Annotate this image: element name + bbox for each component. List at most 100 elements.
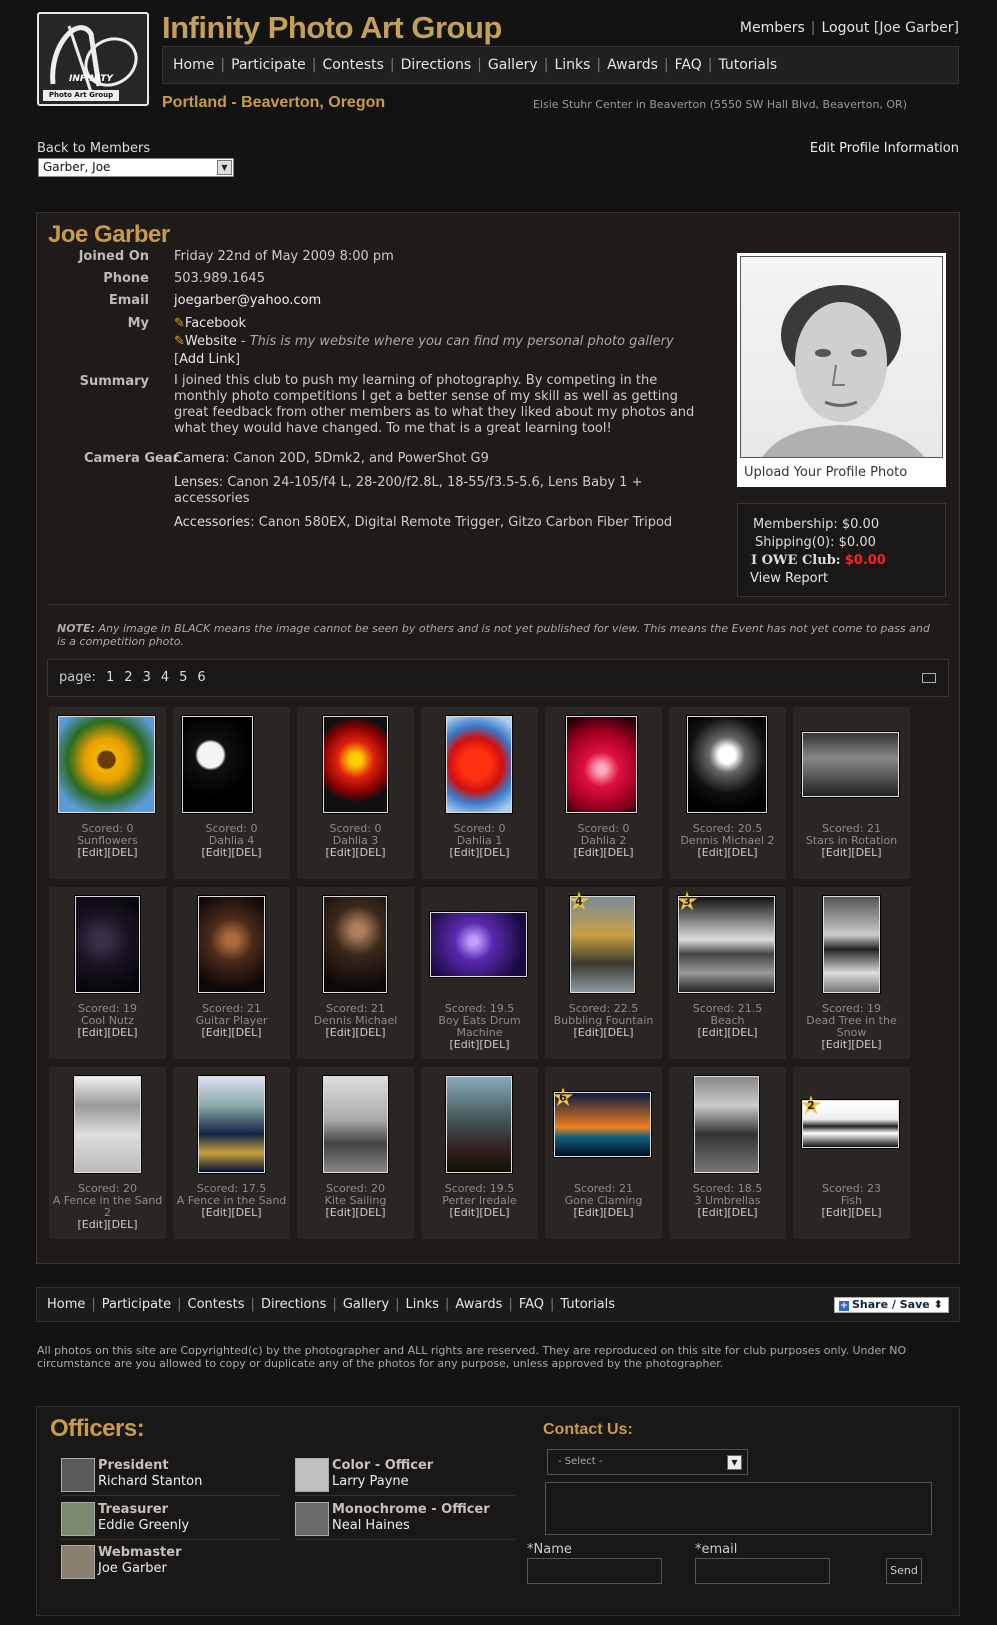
members-link[interactable]: Members bbox=[740, 20, 805, 36]
footer-nav-item-home[interactable]: Home bbox=[47, 1297, 85, 1312]
profile-photo[interactable] bbox=[740, 256, 943, 458]
photo-thumbnail[interactable] bbox=[75, 896, 140, 993]
edit-delete-links[interactable]: [Edit][DEL] bbox=[545, 1207, 662, 1219]
footer-nav-item-participate[interactable]: Participate bbox=[102, 1297, 171, 1312]
edit-delete-links[interactable]: [Edit][DEL] bbox=[421, 1039, 538, 1051]
edit-delete-links[interactable]: [Edit][DEL] bbox=[793, 1207, 910, 1219]
page-link[interactable]: 1 bbox=[106, 670, 114, 685]
accessories-label[interactable]: Accessories bbox=[174, 515, 250, 530]
photo-thumbnail[interactable] bbox=[198, 1076, 265, 1173]
photo-thumbnail[interactable] bbox=[58, 716, 155, 813]
page-link[interactable]: 2 bbox=[124, 670, 132, 685]
photo-thumbnail[interactable] bbox=[323, 1076, 388, 1173]
edit-delete-links[interactable]: [Edit][DEL] bbox=[297, 847, 414, 859]
photo-thumbnail[interactable] bbox=[802, 732, 899, 797]
photo-thumbnail[interactable] bbox=[566, 716, 637, 813]
footer-nav-item-contests[interactable]: Contests bbox=[188, 1297, 245, 1312]
officer-name[interactable]: Neal Haines bbox=[332, 1518, 410, 1533]
officer-name[interactable]: Joe Garber bbox=[98, 1561, 167, 1576]
pencil-icon[interactable]: ✎ bbox=[174, 316, 185, 331]
page-link[interactable]: 6 bbox=[197, 670, 205, 685]
nav-item-directions[interactable]: Directions bbox=[401, 57, 472, 73]
photo-thumbnail[interactable] bbox=[323, 896, 387, 993]
photo-thumbnail[interactable] bbox=[687, 716, 767, 813]
name-input[interactable] bbox=[527, 1558, 662, 1584]
contact-recipient-select[interactable]: - Select - ▼ bbox=[547, 1449, 748, 1475]
view-report-link[interactable]: View Report bbox=[750, 571, 828, 586]
add-link-button[interactable]: Add Link bbox=[179, 352, 235, 367]
nav-item-gallery[interactable]: Gallery bbox=[488, 57, 538, 73]
edit-delete-links[interactable]: [Edit][DEL] bbox=[49, 847, 166, 859]
avatar[interactable] bbox=[61, 1458, 95, 1492]
photo-title[interactable]: Boy Eats Drum Machine bbox=[421, 1015, 538, 1039]
edit-delete-links[interactable]: [Edit][DEL] bbox=[669, 1207, 786, 1219]
nav-item-contests[interactable]: Contests bbox=[322, 57, 383, 73]
edit-delete-links[interactable]: [Edit][DEL] bbox=[297, 1027, 414, 1039]
email-input[interactable] bbox=[695, 1558, 830, 1584]
contact-message-textarea[interactable] bbox=[545, 1482, 932, 1535]
photo-thumbnail[interactable] bbox=[182, 716, 253, 813]
edit-delete-links[interactable]: [Edit][DEL] bbox=[793, 847, 910, 859]
share-save-button[interactable]: + Share / Save ⬍ bbox=[834, 1297, 949, 1313]
edit-delete-links[interactable]: [Edit][DEL] bbox=[669, 847, 786, 859]
nav-item-participate[interactable]: Participate bbox=[231, 57, 306, 73]
edit-delete-links[interactable]: [Edit][DEL] bbox=[545, 1027, 662, 1039]
facebook-link[interactable]: Facebook bbox=[185, 316, 246, 331]
edit-profile-link[interactable]: Edit Profile Information bbox=[810, 141, 959, 156]
nav-item-faq[interactable]: FAQ bbox=[675, 57, 702, 73]
photo-thumbnail[interactable] bbox=[323, 716, 388, 813]
officer-name[interactable]: Richard Stanton bbox=[98, 1474, 202, 1489]
pencil-icon[interactable]: ✎ bbox=[174, 334, 185, 349]
officer-name[interactable]: Larry Payne bbox=[332, 1474, 409, 1489]
edit-delete-links[interactable]: [Edit][DEL] bbox=[421, 847, 538, 859]
camera-label[interactable]: Camera bbox=[174, 451, 225, 466]
footer-nav-item-gallery[interactable]: Gallery bbox=[343, 1297, 389, 1312]
page-link[interactable]: 3 bbox=[143, 670, 151, 685]
site-title[interactable]: Infinity Photo Art Group bbox=[162, 10, 502, 46]
edit-delete-links[interactable]: [Edit][DEL] bbox=[545, 847, 662, 859]
footer-nav-item-links[interactable]: Links bbox=[406, 1297, 439, 1312]
footer-nav-item-awards[interactable]: Awards bbox=[455, 1297, 502, 1312]
photo-thumbnail[interactable] bbox=[446, 1076, 512, 1173]
photo-thumbnail[interactable] bbox=[74, 1076, 141, 1173]
photo-title[interactable]: A Fence in the Sand 2 bbox=[49, 1195, 166, 1219]
site-logo[interactable]: INFINITY Photo Art Group bbox=[37, 12, 149, 106]
page-link[interactable]: 5 bbox=[179, 670, 187, 685]
nav-item-tutorials[interactable]: Tutorials bbox=[718, 57, 777, 73]
website-link[interactable]: Website bbox=[185, 334, 237, 349]
nav-item-home[interactable]: Home bbox=[173, 57, 214, 73]
officer-name[interactable]: Eddie Greenly bbox=[98, 1518, 189, 1533]
avatar[interactable] bbox=[295, 1502, 329, 1536]
photo-title[interactable]: Dead Tree in the Snow bbox=[793, 1015, 910, 1039]
photo-thumbnail[interactable] bbox=[694, 1076, 759, 1173]
upload-photo-link[interactable]: Upload Your Profile Photo bbox=[740, 458, 943, 480]
photo-thumbnail[interactable] bbox=[823, 896, 880, 993]
send-button[interactable]: Send bbox=[886, 1558, 922, 1584]
edit-delete-links[interactable]: [Edit][DEL] bbox=[49, 1219, 166, 1231]
avatar[interactable] bbox=[61, 1502, 95, 1536]
edit-delete-links[interactable]: [Edit][DEL] bbox=[669, 1027, 786, 1039]
nav-item-links[interactable]: Links bbox=[554, 57, 590, 73]
photo-thumbnail[interactable] bbox=[198, 896, 265, 993]
footer-nav-item-faq[interactable]: FAQ bbox=[519, 1297, 544, 1312]
avatar[interactable] bbox=[295, 1458, 329, 1492]
edit-delete-links[interactable]: [Edit][DEL] bbox=[49, 1027, 166, 1039]
view-toggle-icon[interactable] bbox=[922, 673, 936, 683]
page-link[interactable]: 4 bbox=[161, 670, 169, 685]
edit-delete-links[interactable]: [Edit][DEL] bbox=[173, 1027, 290, 1039]
photo-thumbnail[interactable] bbox=[446, 716, 512, 813]
email-value[interactable]: joegarber@yahoo.com bbox=[174, 293, 719, 309]
member-select[interactable]: Garber, Joe ▼ bbox=[38, 158, 234, 177]
footer-nav-item-directions[interactable]: Directions bbox=[261, 1297, 327, 1312]
edit-delete-links[interactable]: [Edit][DEL] bbox=[421, 1207, 538, 1219]
edit-delete-links[interactable]: [Edit][DEL] bbox=[173, 1207, 290, 1219]
edit-delete-links[interactable]: [Edit][DEL] bbox=[297, 1207, 414, 1219]
logout-link[interactable]: Logout bbox=[821, 20, 869, 36]
chevron-down-icon[interactable]: ▼ bbox=[217, 160, 232, 175]
nav-item-awards[interactable]: Awards bbox=[607, 57, 658, 73]
photo-thumbnail[interactable] bbox=[430, 912, 527, 977]
edit-delete-links[interactable]: [Edit][DEL] bbox=[793, 1039, 910, 1051]
lenses-label[interactable]: Lenses bbox=[174, 475, 219, 490]
footer-nav-item-tutorials[interactable]: Tutorials bbox=[560, 1297, 615, 1312]
avatar[interactable] bbox=[61, 1545, 95, 1579]
